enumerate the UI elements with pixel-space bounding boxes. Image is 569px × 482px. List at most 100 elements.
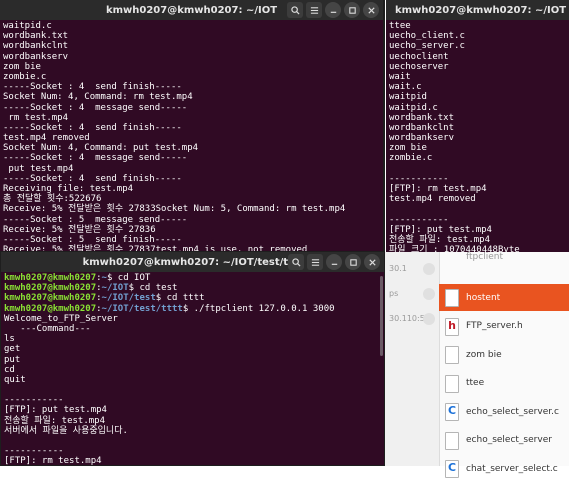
- maximize-button[interactable]: [345, 254, 361, 270]
- prompt-user: kmwh0207@kmwh0207: [4, 273, 97, 283]
- prompt-command: $ ./ftpclient 127.0.0.1 3000: [182, 303, 335, 314]
- close-icon: [367, 6, 375, 14]
- recent-file-row[interactable]: 30.1: [385, 260, 439, 280]
- title-bar[interactable]: kmwh0207@kmwh0207: ~/IOT: [386, 0, 569, 20]
- download-icon: [423, 288, 435, 300]
- minimize-icon: [331, 263, 337, 265]
- download-icon: [423, 313, 435, 325]
- prompt-line: kmwh0207@kmwh0207:~/IOT/test$ cd tttt: [4, 293, 381, 303]
- prompt-line: kmwh0207@kmwh0207:~$ cd IOT: [4, 273, 381, 283]
- search-button[interactable]: [287, 2, 303, 18]
- terminal-line: put: [4, 354, 21, 365]
- generic-file-icon: [445, 289, 459, 307]
- file-manager-window[interactable]: 30.1 ps 30.110:5 ftpclient hostent h FTP_serv…: [385, 252, 569, 478]
- menu-button[interactable]: [306, 2, 322, 18]
- file-type-glyph: C: [447, 404, 457, 417]
- terminal-line: zom bie: [3, 61, 41, 72]
- terminal-line: 총 전달할 횟수:522676: [3, 194, 102, 205]
- file-item[interactable]: ttee: [439, 370, 569, 397]
- close-button[interactable]: [364, 254, 380, 270]
- terminal-line: wait.c: [389, 82, 422, 93]
- terminal-line: put test.mp4: [3, 163, 74, 174]
- terminal-line: 전송할 파일: test.mp4: [4, 415, 106, 426]
- terminal-line: -----Socket : 4 send finish-----: [3, 82, 182, 93]
- maximize-button[interactable]: [344, 2, 360, 18]
- terminal-line: cd: [4, 364, 15, 375]
- prompt-command: $ cd test: [128, 283, 178, 294]
- terminal-window-bottom-left[interactable]: kmwh0207@kmwh0207: ~/IOT/test/tttt kmwh0…: [0, 251, 385, 466]
- terminal-line: zom bie: [389, 143, 427, 154]
- terminal-line: wordbankclnt: [3, 41, 69, 52]
- terminal-window-top-left[interactable]: kmwh0207@kmwh0207: ~/IOT waitpid.c wordba…: [0, 0, 385, 252]
- file-name: zom bie: [466, 349, 502, 360]
- terminal-line: waitpid.c: [389, 102, 438, 113]
- terminal-line: 서버에서 파일을 사용중입니다.: [4, 425, 128, 436]
- file-item[interactable]: Cecho_select_server.c: [439, 398, 569, 425]
- menu-button[interactable]: [307, 254, 323, 270]
- terminal-line: wordbankserv: [389, 133, 455, 144]
- prompt-line: kmwh0207@kmwh0207:~/IOT$ cd test: [4, 283, 381, 293]
- terminal-window-top-right[interactable]: kmwh0207@kmwh0207: ~/IOT ttee uecho_clien…: [386, 0, 569, 252]
- terminal-output[interactable]: ttee uecho_client.c uecho_server.c uechocli…: [386, 20, 569, 252]
- terminal-line: [FTP]: put test.mp4: [4, 405, 107, 416]
- terminal-output[interactable]: waitpid.c wordbank.txt wordbankclnt wordban…: [0, 20, 383, 252]
- file-item[interactable]: h FTP_server.h: [439, 313, 569, 340]
- file-item[interactable]: ftpclient: [439, 246, 569, 262]
- file-type-glyph: h: [448, 318, 456, 332]
- recent-file-label: 30.110:5: [389, 314, 425, 323]
- file-page-shape: [445, 346, 459, 364]
- recent-file-label: 30.1: [389, 264, 407, 273]
- terminal-line: -----Socket : 4 message send-----: [3, 102, 188, 113]
- close-button[interactable]: [363, 2, 379, 18]
- terminal-line: Socket Num: 4, Command: rm test.mp4: [3, 92, 193, 103]
- generic-file-icon: [445, 346, 459, 364]
- title-bar[interactable]: kmwh0207@kmwh0207: ~/IOT/test/tttt: [1, 252, 384, 272]
- scrollbar[interactable]: [380, 276, 383, 356]
- terminal-line: -----------: [389, 214, 449, 225]
- title-bar[interactable]: kmwh0207@kmwh0207: ~/IOT: [0, 0, 383, 20]
- terminal-line: -----Socket : 4 send finish-----: [3, 173, 182, 184]
- terminal-line: wordbank.txt: [389, 112, 455, 123]
- generic-file-icon: [445, 431, 459, 450]
- search-button[interactable]: [288, 254, 304, 270]
- file-page-shape: [445, 289, 459, 307]
- h-header-file-icon: h: [445, 317, 459, 336]
- file-name: chat_server_select.c: [466, 463, 558, 474]
- terminal-line: -----------: [4, 446, 64, 457]
- terminal-line: get: [4, 344, 21, 355]
- file-name: hostent: [466, 292, 501, 303]
- terminal-line: -----------: [389, 173, 449, 184]
- terminal-output[interactable]: kmwh0207@kmwh0207:~$ cd IOT kmwh0207@kmwh…: [1, 272, 384, 465]
- c-source-file-icon: C: [445, 403, 459, 421]
- prompt-path: ~/IOT/test: [101, 293, 156, 304]
- prompt-line: kmwh0207@kmwh0207:~/IOT/test/tttt$ ./ftp…: [4, 304, 381, 314]
- file-type-glyph: C: [447, 461, 457, 474]
- close-icon: [368, 258, 376, 266]
- terminal-line: Receive: 5% 전달받은 횟수 27833Socket Num: 5, …: [3, 204, 346, 215]
- c-source-file-icon: C: [445, 460, 459, 478]
- file-item[interactable]: hostent: [439, 284, 569, 311]
- file-name: ttee: [466, 378, 485, 388]
- terminal-line: wait: [389, 71, 411, 82]
- terminal-line: Welcome_to_FTP_Server: [4, 313, 118, 324]
- minimize-button[interactable]: [326, 254, 342, 270]
- file-name: echo_select_server: [466, 435, 552, 445]
- terminal-line: rm test.mp4: [3, 112, 69, 123]
- terminal-line: uecho_client.c: [389, 31, 465, 42]
- recent-file-row[interactable]: ps: [385, 285, 439, 305]
- recent-file-row[interactable]: 30.110:5: [385, 310, 439, 330]
- recent-file-label: ps: [389, 289, 399, 298]
- minimize-button[interactable]: [325, 2, 341, 18]
- prompt-command: $ cd IOT: [106, 273, 151, 283]
- terminal-line: waitpid: [389, 92, 427, 103]
- terminal-line: test.mp4 removed: [389, 194, 476, 205]
- terminal-line: -----Socket : 5 send finish-----: [3, 234, 182, 245]
- terminal-line: -----------: [4, 395, 64, 406]
- file-item[interactable]: zom bie: [439, 341, 569, 368]
- file-item[interactable]: Cchat_server_select.c: [439, 455, 569, 482]
- terminal-line: zombie.c: [389, 153, 433, 164]
- file-item[interactable]: echo_select_server: [439, 427, 569, 454]
